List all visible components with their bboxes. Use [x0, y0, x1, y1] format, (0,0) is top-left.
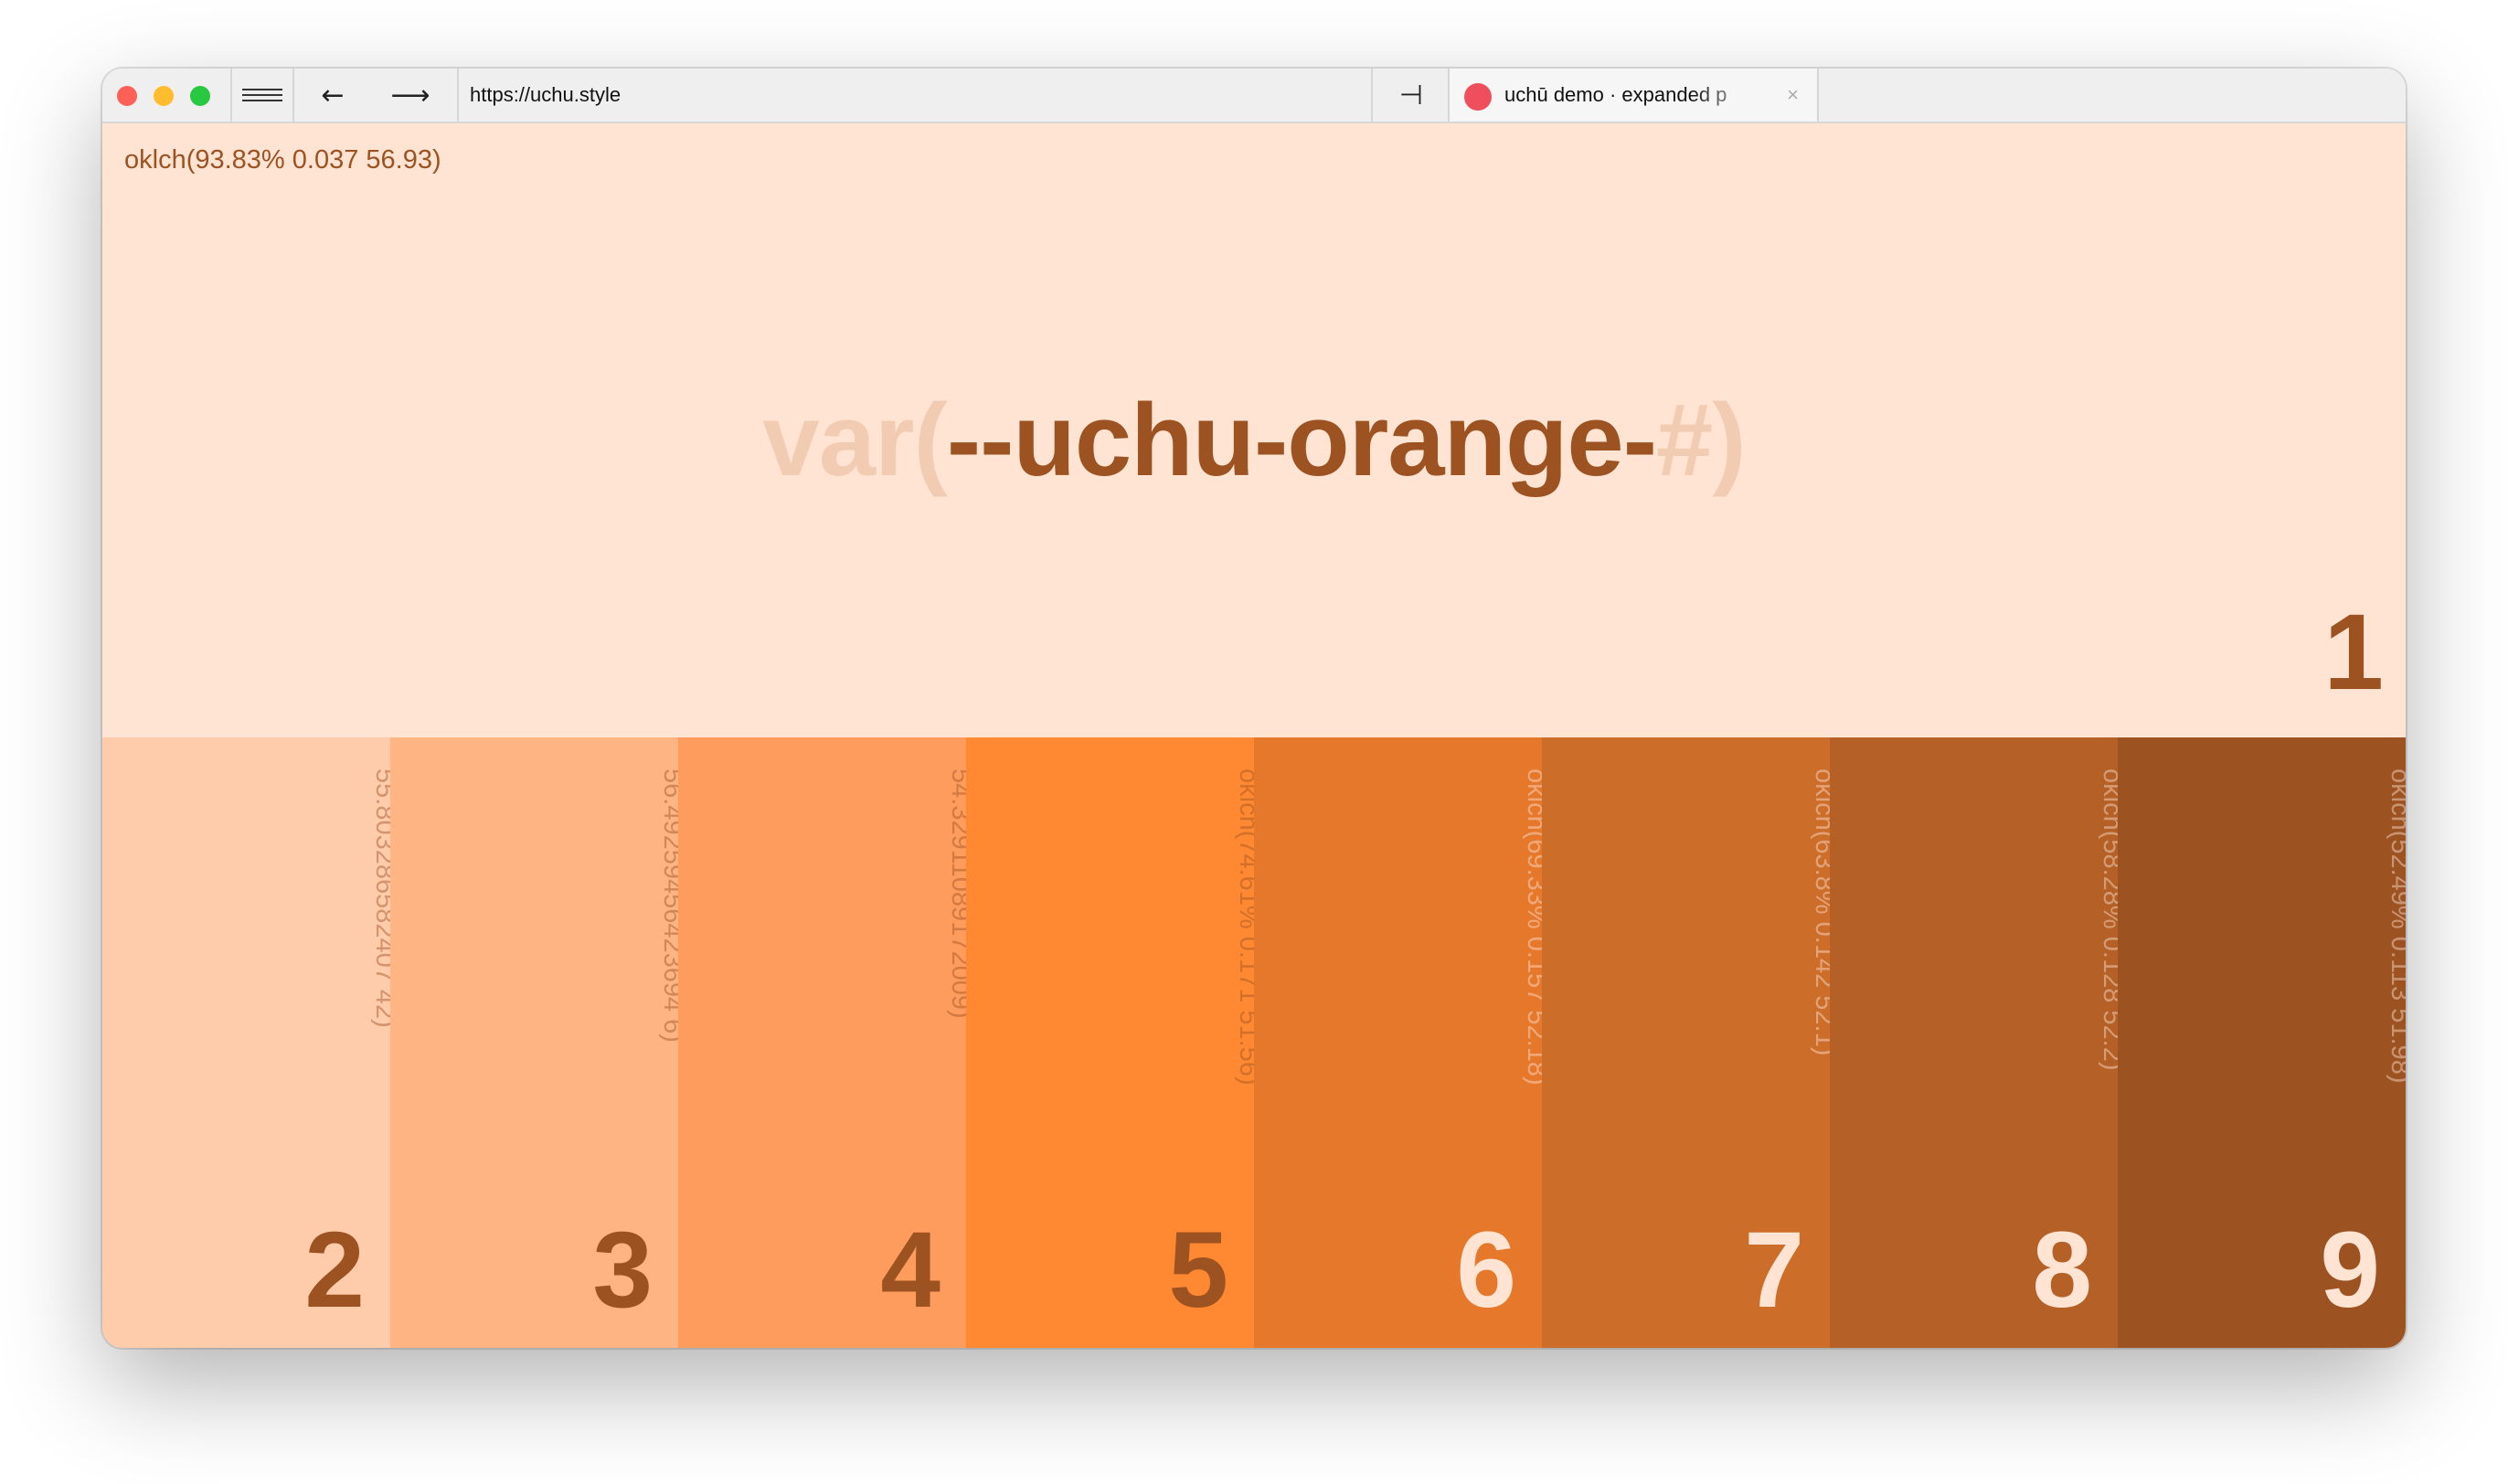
swatch-oklch-value: oklch(78.75% 0.14163582809066384 54.3291… [946, 768, 966, 1019]
minimize-window-button[interactable] [154, 86, 174, 106]
swatch-oklch-value: oklch(52.49% 0.113 51.98) [2386, 768, 2406, 1084]
split-icon: ⊣ [1398, 79, 1424, 111]
swatch-number: 1 [2323, 592, 2384, 713]
tab-uchu-demo[interactable]: uchū demo · expanded p × [1450, 69, 1817, 122]
hero-oklch-value: oklch(93.83% 0.037 56.93) [124, 145, 441, 175]
swatch-number: 2 [304, 1210, 365, 1330]
title-prefix: var( [762, 383, 947, 497]
swatch-number: 6 [1456, 1210, 1516, 1330]
close-window-button[interactable] [117, 86, 137, 106]
titlebar: ← ⟶ https://uchu.style ⊣ uchū demo · exp… [102, 69, 2406, 123]
sidebar-toggle-button[interactable] [232, 69, 292, 122]
swatch-6[interactable]: oklch(69.33% 0.157 52.18) 6 [1254, 737, 1542, 1348]
divider [1817, 69, 1819, 122]
swatch-oklch-value: oklch(74.61% 0.171 51.56) [1234, 768, 1254, 1086]
title-variable-name: --uchu-orange- [946, 383, 1657, 497]
swatch-number: 4 [880, 1210, 940, 1330]
tab-title: uchū demo · expanded p [1504, 83, 1727, 106]
swatch-3[interactable]: oklch(83.56% 0.10753627570574474 56.4925… [390, 737, 678, 1348]
split-view-button[interactable]: ⊣ [1373, 69, 1450, 122]
swatch-number: 7 [1744, 1210, 1804, 1330]
url-field[interactable]: https://uchu.style [470, 69, 621, 122]
swatch-oklch-value: oklch(58.28% 0.128 52.2) [2098, 768, 2118, 1071]
swatch-8[interactable]: oklch(58.28% 0.128 52.2) 8 [1830, 737, 2118, 1348]
browser-window: ← ⟶ https://uchu.style ⊣ uchū demo · exp… [102, 69, 2406, 1348]
arrow-left-icon: ← [321, 79, 345, 111]
hero-swatch-1: oklch(93.83% 0.037 56.93) var(--uchu-ora… [102, 123, 2406, 737]
favicon-icon [1464, 83, 1492, 111]
swatch-7[interactable]: oklch(63.8% 0.142 52.1) 7 [1542, 737, 1830, 1348]
swatch-number: 3 [592, 1210, 653, 1330]
forward-button[interactable]: ⟶ [371, 69, 450, 122]
swatch-number: 5 [1168, 1210, 1228, 1330]
swatch-oklch-value: oklch(63.8% 0.142 52.1) [1810, 768, 1830, 1056]
swatch-4[interactable]: oklch(78.75% 0.14163582809066384 54.3291… [678, 737, 966, 1348]
back-button[interactable]: ← [294, 69, 371, 122]
arrow-right-icon: ⟶ [390, 79, 430, 111]
swatch-number: 8 [2032, 1210, 2092, 1330]
swatch-oklch-value: oklch(69.33% 0.157 52.18) [1522, 768, 1542, 1086]
swatch-2[interactable]: oklch(88.37% 0.07258208750520007 55.8032… [102, 737, 390, 1348]
divider [457, 69, 459, 122]
menu-icon [242, 89, 282, 101]
swatch-row: oklch(88.37% 0.07258208750520007 55.8032… [102, 737, 2406, 1348]
swatch-oklch-value: oklch(83.56% 0.10753627570574474 56.4925… [658, 768, 678, 1043]
css-variable-title: var(--uchu-orange-#) [102, 381, 2406, 499]
title-hash: # [1656, 383, 1713, 497]
close-tab-icon[interactable]: × [1787, 69, 1799, 122]
zoom-window-button[interactable] [190, 86, 210, 106]
swatch-number: 9 [2320, 1210, 2380, 1330]
swatch-9[interactable]: oklch(52.49% 0.113 51.98) 9 [2118, 737, 2406, 1348]
swatch-5[interactable]: oklch(74.61% 0.171 51.56) 5 [966, 737, 1254, 1348]
title-suffix: ) [1712, 383, 1746, 497]
swatch-oklch-value: oklch(88.37% 0.07258208750520007 55.8032… [370, 768, 390, 1028]
